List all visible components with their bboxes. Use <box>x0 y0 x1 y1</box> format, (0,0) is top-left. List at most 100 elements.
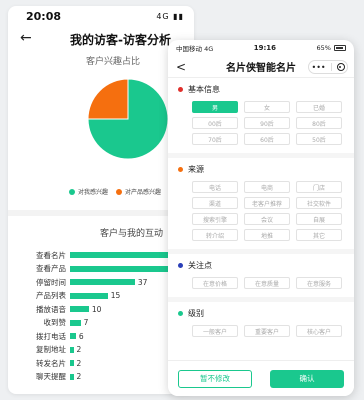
bar-category-label: 拨打电话 <box>36 331 66 341</box>
tag-chip[interactable]: 电商 <box>244 181 290 193</box>
tag-chip[interactable]: 渠道 <box>192 197 238 209</box>
section-header: 关注点 <box>178 260 344 271</box>
section-title: 关注点 <box>188 261 212 270</box>
bar-mark <box>70 319 81 326</box>
tag-chip[interactable]: 00后 <box>192 117 238 129</box>
cancel-button[interactable]: 暂不修改 <box>178 369 252 388</box>
tag-chip[interactable]: 一般客户 <box>192 325 238 337</box>
back-arrow-icon[interactable]: ← <box>20 30 32 46</box>
pie-svg <box>87 78 169 160</box>
section-dot-icon <box>178 311 183 316</box>
bar-category-label: 产品列表 <box>36 291 66 300</box>
bar-value-label: 15 <box>110 291 121 300</box>
interaction-bar-chart: 查看名片查看产品64停留时间37产品列表15播放语音10收到赞7拨打电话6复制地… <box>8 249 194 383</box>
nav-bar: < 名片侠智能名片 ••• <box>168 56 354 78</box>
tag-chip[interactable]: 地推 <box>244 229 290 241</box>
bar-category-label: 转发名片 <box>36 358 66 368</box>
bar-value-label: 2 <box>76 372 82 381</box>
page-title: 我的访客-访客分析 <box>70 32 171 47</box>
tag-section: 基本信息男女已婚 00后 90后 80后 70后 60后 50后 <box>168 78 354 147</box>
legend-item: 对产品感兴趣 <box>116 187 161 196</box>
tag-chip[interactable]: 90后 <box>244 117 290 129</box>
tag-chip[interactable]: 电话 <box>192 181 238 193</box>
section-dot-icon <box>178 167 183 172</box>
bar-category-label: 停留时间 <box>36 277 66 287</box>
status-bar: 中国移动 4G 19:16 65% <box>168 40 354 56</box>
chip-grid: 一般客户 重要客户 核心客户 <box>192 325 344 337</box>
bar-category-label: 查看名片 <box>36 250 66 260</box>
status-time: 20:08 <box>26 9 62 23</box>
tag-chip[interactable]: 重要客户 <box>244 325 290 337</box>
bar-mark <box>70 265 177 272</box>
bar-category-label: 复制地址 <box>36 345 66 354</box>
bar-mark <box>70 279 135 285</box>
bar-value-label: 37 <box>137 277 148 287</box>
tag-chip[interactable]: 转介绍 <box>192 229 238 241</box>
bar-mark <box>70 333 76 339</box>
section-header: 基本信息 <box>178 84 344 95</box>
bar-value-label: 2 <box>76 345 82 354</box>
tag-chip[interactable]: 女 <box>244 101 290 113</box>
bar-category-label: 播放语音 <box>36 304 66 314</box>
tag-chip[interactable]: 搜索引擎 <box>192 213 238 225</box>
bar-value-label: 7 <box>83 318 89 327</box>
chip-grid: 在意价格 在意质量 在意服务 <box>192 277 344 289</box>
tag-chip[interactable]: 男 <box>192 101 238 113</box>
tag-chip[interactable]: 自展 <box>296 213 342 225</box>
back-chevron-icon[interactable]: < <box>176 60 186 74</box>
section-divider <box>8 210 194 216</box>
tag-chip[interactable]: 70后 <box>192 133 238 145</box>
section-header: 来源 <box>178 164 344 175</box>
business-card-tag-screen: 中国移动 4G 19:16 65% < 名片侠智能名片 ••• 基本信息男女已婚… <box>168 40 354 396</box>
battery-icon <box>333 45 346 51</box>
chip-grid: 电话 电商 门店渠道 老客户推荐 社交软件搜索引擎 会议 自展转介绍 地推 其它 <box>192 181 344 241</box>
bar-category-label: 查看产品 <box>36 264 66 273</box>
section-header: 级别 <box>178 308 344 319</box>
legend-label: 对产品感兴趣 <box>125 189 162 196</box>
tag-chip[interactable]: 其它 <box>296 229 342 241</box>
tag-chip[interactable]: 会议 <box>244 213 290 225</box>
bar-mark <box>70 373 74 380</box>
tag-chip[interactable]: 在意服务 <box>296 277 342 289</box>
tag-chip[interactable]: 在意价格 <box>192 277 238 289</box>
tag-section: 来源电话 电商 门店渠道 老客户推荐 社交软件搜索引擎 会议 自展转介绍 地推 其它 <box>168 158 354 243</box>
tag-chip[interactable]: 门店 <box>296 181 342 193</box>
more-icon[interactable]: ••• <box>311 63 325 72</box>
legend-dot-icon <box>116 188 122 195</box>
battery-indicator: 65% <box>317 44 346 52</box>
tag-section: 关注点在意价格 在意质量 在意服务 <box>168 254 354 291</box>
visitor-analysis-screen: 20:08 4G ▮▮ ← 我的访客-访客分析 客户兴趣占比 对我感兴趣 对产品感… <box>8 6 194 394</box>
composite-stage: 20:08 4G ▮▮ ← 我的访客-访客分析 客户兴趣占比 对我感兴趣 对产品感… <box>0 0 364 400</box>
tag-chip[interactable]: 80后 <box>296 117 342 129</box>
page-title: 名片侠智能名片 <box>226 63 296 74</box>
chip-grid: 男女已婚 00后 90后 80后 70后 60后 50后 <box>192 101 344 145</box>
tag-chip[interactable]: 核心客户 <box>296 325 342 337</box>
bar-mark <box>70 360 74 366</box>
tag-section: 级别一般客户 重要客户 核心客户 <box>168 302 354 339</box>
bar-mark <box>70 292 108 299</box>
section-title: 级别 <box>188 309 204 318</box>
footer-actions: 暂不修改 确认 <box>168 360 354 396</box>
tag-chip[interactable]: 60后 <box>244 133 290 145</box>
tag-chip[interactable]: 在意质量 <box>244 277 290 289</box>
bar-category-label: 收到赞 <box>43 318 67 327</box>
carrier-label: 中国移动 4G <box>176 45 214 53</box>
bar-mark <box>70 306 89 312</box>
close-ring-icon[interactable] <box>336 63 345 71</box>
pie-slice-1 <box>87 78 129 120</box>
tag-chip[interactable]: 50后 <box>296 133 342 145</box>
tag-chip[interactable]: 社交软件 <box>296 197 342 209</box>
bar-mark <box>70 346 74 353</box>
legend-dot-icon <box>68 188 75 195</box>
section-dot-icon <box>178 87 183 92</box>
legend-label: 对我感兴趣 <box>77 189 108 196</box>
confirm-button[interactable]: 确认 <box>270 369 344 388</box>
legend-item: 对我感兴趣 <box>68 187 108 196</box>
bar-category-label: 聊天提醒 <box>36 372 66 381</box>
tag-chip[interactable]: 已婚 <box>296 101 342 113</box>
bar-value-label: 10 <box>91 304 102 314</box>
status-time: 19:16 <box>253 44 277 52</box>
bar-value-label: 6 <box>78 331 84 341</box>
interest-pie-chart <box>8 67 194 187</box>
tag-chip[interactable]: 老客户推荐 <box>244 197 290 209</box>
